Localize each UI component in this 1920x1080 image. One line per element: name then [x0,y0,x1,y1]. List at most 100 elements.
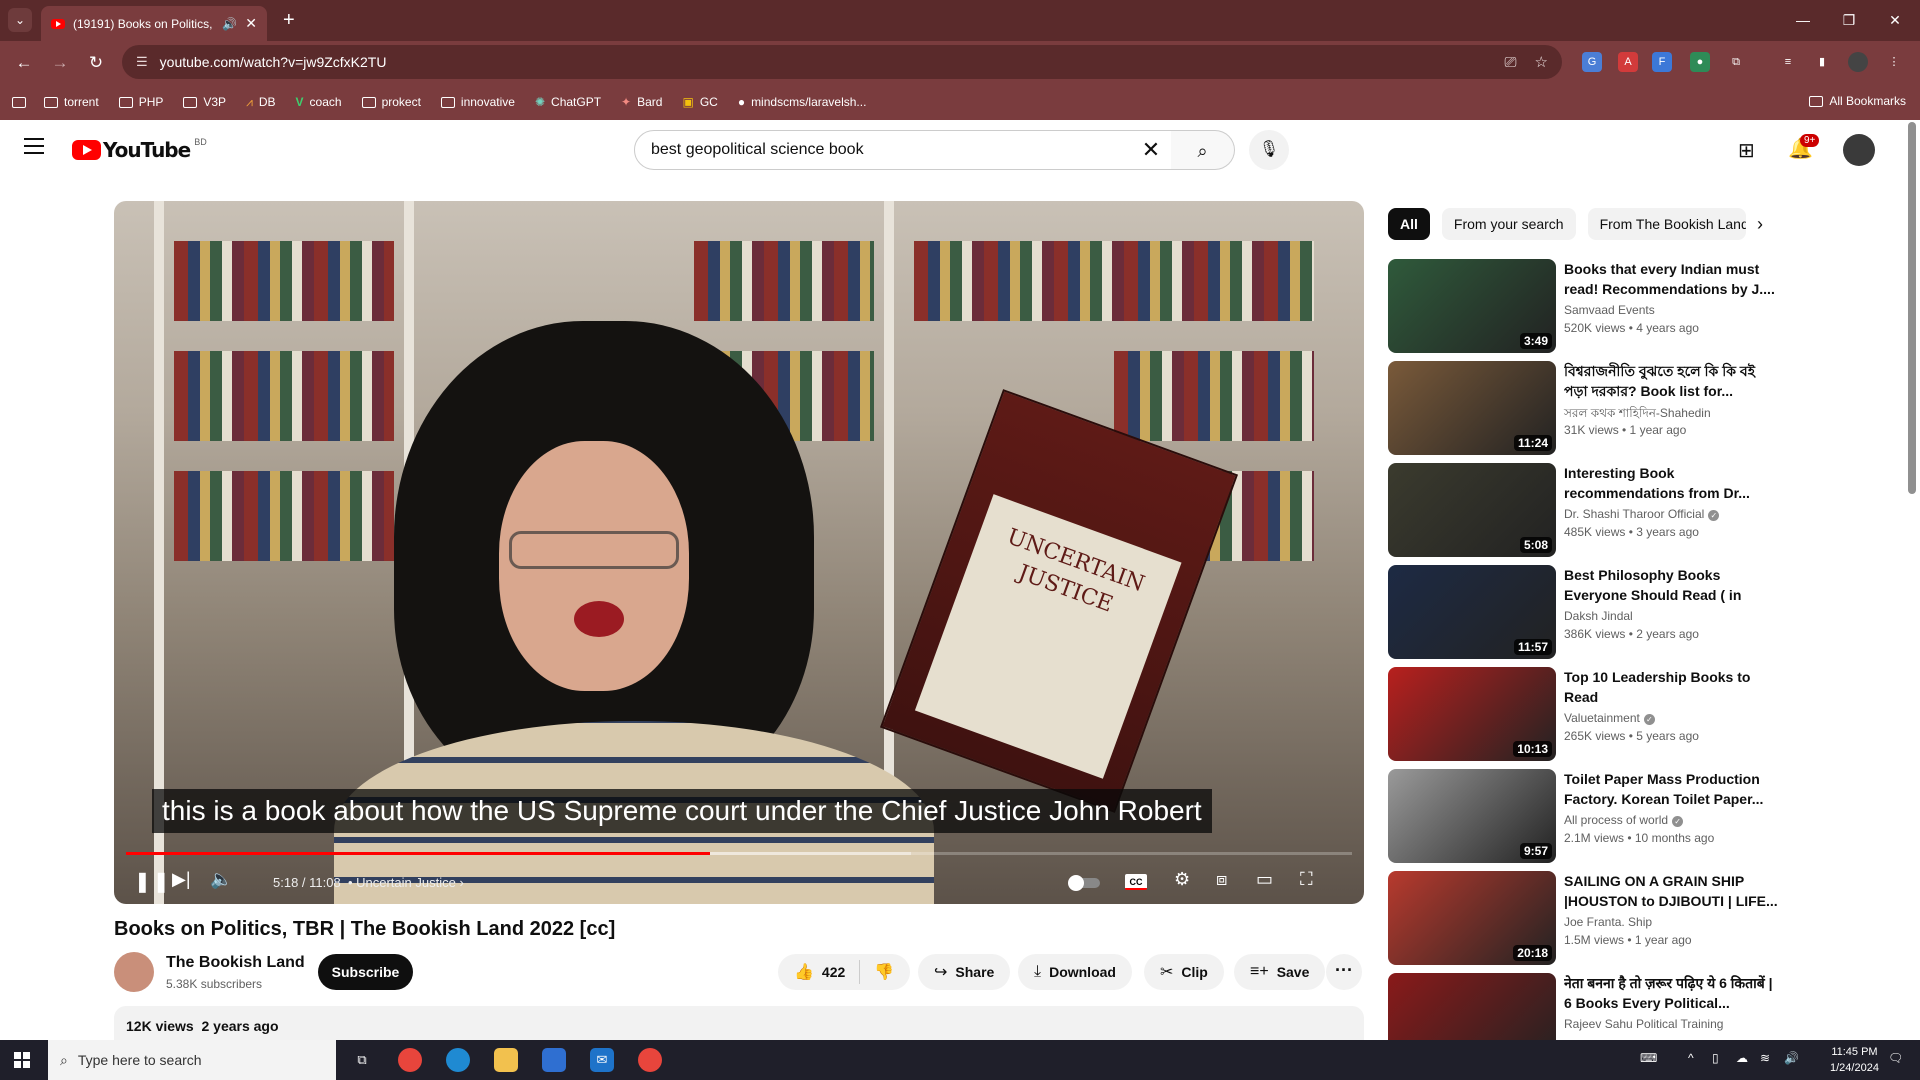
search-input[interactable]: best geopolitical science book [651,141,1131,159]
bookmark-gc[interactable]: ▣ GC [682,95,717,109]
share-button[interactable]: ↪ Share [918,954,1011,990]
notifications-center-icon[interactable]: 🗨 [1888,1051,1903,1065]
recommended-video[interactable]: 10:13 Top 10 Leadership Books to Read Va… [1388,667,1788,761]
chip-from-your-search[interactable]: From your search [1441,208,1576,240]
search-button[interactable]: ⌕ [1171,130,1235,170]
onedrive-icon[interactable]: ☁ [1736,1051,1748,1065]
recommended-video[interactable]: 20:18 SAILING ON A GRAIN SHIP |HOUSTON t… [1388,871,1788,965]
clip-button[interactable]: ✂ Clip [1144,954,1224,990]
forward-button[interactable]: → [46,53,74,73]
bookmark-prokect[interactable]: prokect [361,95,421,109]
video-thumbnail[interactable]: 20:18 [1388,871,1556,965]
store-icon[interactable] [542,1048,566,1072]
autoplay-toggle[interactable] [1068,875,1100,891]
video-title[interactable]: नेता बनना है तो ज़रूर पढ़िए ये 6 किताबें… [1564,973,1778,1013]
next-icon[interactable]: ▶| [172,869,191,890]
channel-avatar[interactable] [114,952,154,992]
channel-name[interactable]: Samvaad Events [1564,303,1655,317]
theater-mode-icon[interactable]: ▭ [1256,869,1273,890]
video-title[interactable]: Books that every Indian must read! Recom… [1564,259,1778,299]
chrome-active-icon[interactable] [638,1048,662,1072]
minimize-button[interactable]: — [1780,0,1826,41]
restore-button[interactable]: ❐ [1826,0,1872,41]
more-actions-icon[interactable]: ··· [1326,954,1362,990]
save-button[interactable]: ≡+ Save [1234,954,1326,990]
video-title[interactable]: বিশ্বরাজনীতি বুঝতে হলে কি কি বই পড়া দরক… [1564,361,1778,401]
channel-name[interactable]: Dr. Shashi Tharoor Official ✓ [1564,507,1720,521]
bookmark-chatgpt[interactable]: ✺ ChatGPT [535,95,601,109]
extension-2-icon[interactable]: A [1618,52,1638,72]
back-button[interactable]: ← [10,53,38,73]
tab-close-icon[interactable]: ✕ [245,15,257,32]
settings-gear-icon[interactable]: ⚙ [1174,869,1190,890]
subtitles-cc-icon[interactable]: CC [1125,874,1147,890]
file-explorer-icon[interactable] [494,1048,518,1072]
recommended-video[interactable]: 5:08 Interesting Book recommendations fr… [1388,463,1788,557]
bookmark-v3p[interactable]: V3P [183,95,226,109]
video-title[interactable]: Best Philosophy Books Everyone Should Re… [1564,565,1778,605]
bookmark-php[interactable]: PHP [118,95,163,109]
address-bar[interactable]: ☰ youtube.com/watch?v=jw9ZcfxK2TU ⎚ ☆ [122,45,1562,79]
pause-icon[interactable]: ❚❚ [134,869,172,894]
video-thumbnail[interactable]: 10:13 [1388,667,1556,761]
reload-button[interactable]: ↻ [82,53,110,73]
like-count[interactable]: 422 [822,964,845,980]
bookmark-db[interactable]: ⩘ DB [246,95,275,110]
bookmark-star-icon[interactable]: ☆ [1535,53,1548,71]
video-thumbnail[interactable]: 3:49 [1388,259,1556,353]
chrome-icon[interactable] [398,1048,422,1072]
channel-name[interactable]: All process of world ✓ [1564,813,1684,827]
bookmark-innovative[interactable]: innovative [440,95,515,109]
channel-name[interactable]: Joe Franta. Ship [1564,915,1652,929]
bookmark-torrent[interactable]: torrent [44,95,99,109]
channel-name[interactable]: Daksh Jindal [1564,609,1633,623]
video-thumbnail[interactable]: 11:57 [1388,565,1556,659]
video-thumbnail[interactable]: 5:08 [1388,463,1556,557]
progress-bar[interactable] [126,852,1352,855]
chapter-title[interactable]: • Uncertain Justice [348,875,456,890]
mail-icon[interactable]: ✉ [590,1048,614,1072]
system-clock[interactable]: 11:45 PM 1/24/2024 [1830,1044,1879,1076]
taskbar-search-placeholder[interactable]: Type here to search [78,1052,202,1068]
video-thumbnail[interactable]: 9:57 [1388,769,1556,863]
recommended-video[interactable]: 3:49 Books that every Indian must read! … [1388,259,1788,353]
channel-name[interactable]: Rajeev Sahu Political Training [1564,1017,1723,1031]
account-avatar[interactable] [1843,134,1875,166]
bookmark-bard[interactable]: ✦ Bard [621,95,662,109]
video-title[interactable]: Top 10 Leadership Books to Read [1564,667,1778,707]
video-player[interactable]: UNCERTAIN JUSTICE this is a book about h… [114,201,1364,904]
fullscreen-icon[interactable]: ⛶ [1300,869,1313,890]
video-thumbnail[interactable] [1388,973,1556,1040]
dislike-icon[interactable]: 👎 [874,962,894,982]
recommended-video[interactable]: 11:24 বিশ্বরাজনীতি বুঝতে হলে কি কি বই পড… [1388,361,1788,455]
page-scrollbar[interactable] [1908,122,1916,494]
side-panel-icon[interactable]: ▮ [1812,52,1832,72]
extensions-puzzle-icon[interactable]: ⧉ [1726,52,1746,72]
tab-search-button[interactable]: ⌄ [8,8,32,32]
bookmark-mindscms[interactable]: ● mindscms/laravelsh... [738,95,867,109]
tray-chevron-icon[interactable]: ^ [1688,1051,1694,1065]
chip-from-channel[interactable]: From The Bookish Land [1587,208,1746,240]
youtube-logo[interactable]: YouTube BD [72,137,207,162]
extension-4-icon[interactable]: ● [1690,52,1710,72]
like-icon[interactable]: 👍 [794,962,814,982]
download-button[interactable]: ⤓ Download [1018,954,1132,990]
guide-menu-icon[interactable] [24,138,44,154]
chips-next-icon[interactable]: › [1757,214,1763,235]
create-video-icon[interactable]: ⊞ [1738,138,1755,163]
browser-menu-icon[interactable]: ⋮ [1884,52,1904,72]
tab-audio-icon[interactable]: 🔊 [222,17,237,31]
address-url[interactable]: youtube.com/watch?v=jw9ZcfxK2TU [160,54,1487,70]
all-bookmarks-button[interactable]: All Bookmarks [1809,94,1906,108]
wifi-icon[interactable]: ≋ [1760,1051,1770,1065]
volume-icon[interactable]: 🔈 [210,869,232,890]
site-info-icon[interactable]: ☰ [136,54,148,70]
profile-avatar-icon[interactable] [1848,52,1868,72]
task-view-icon[interactable]: ⧉ [350,1048,374,1072]
install-app-icon[interactable]: ⎚ [1505,54,1517,71]
clear-search-icon[interactable]: ✕ [1131,137,1171,163]
recommended-video[interactable]: 9:57 Toilet Paper Mass Production Factor… [1388,769,1788,863]
windows-start-icon[interactable] [14,1052,30,1068]
miniplayer-icon[interactable]: ⧈ [1216,869,1227,890]
chip-all[interactable]: All [1388,208,1430,240]
